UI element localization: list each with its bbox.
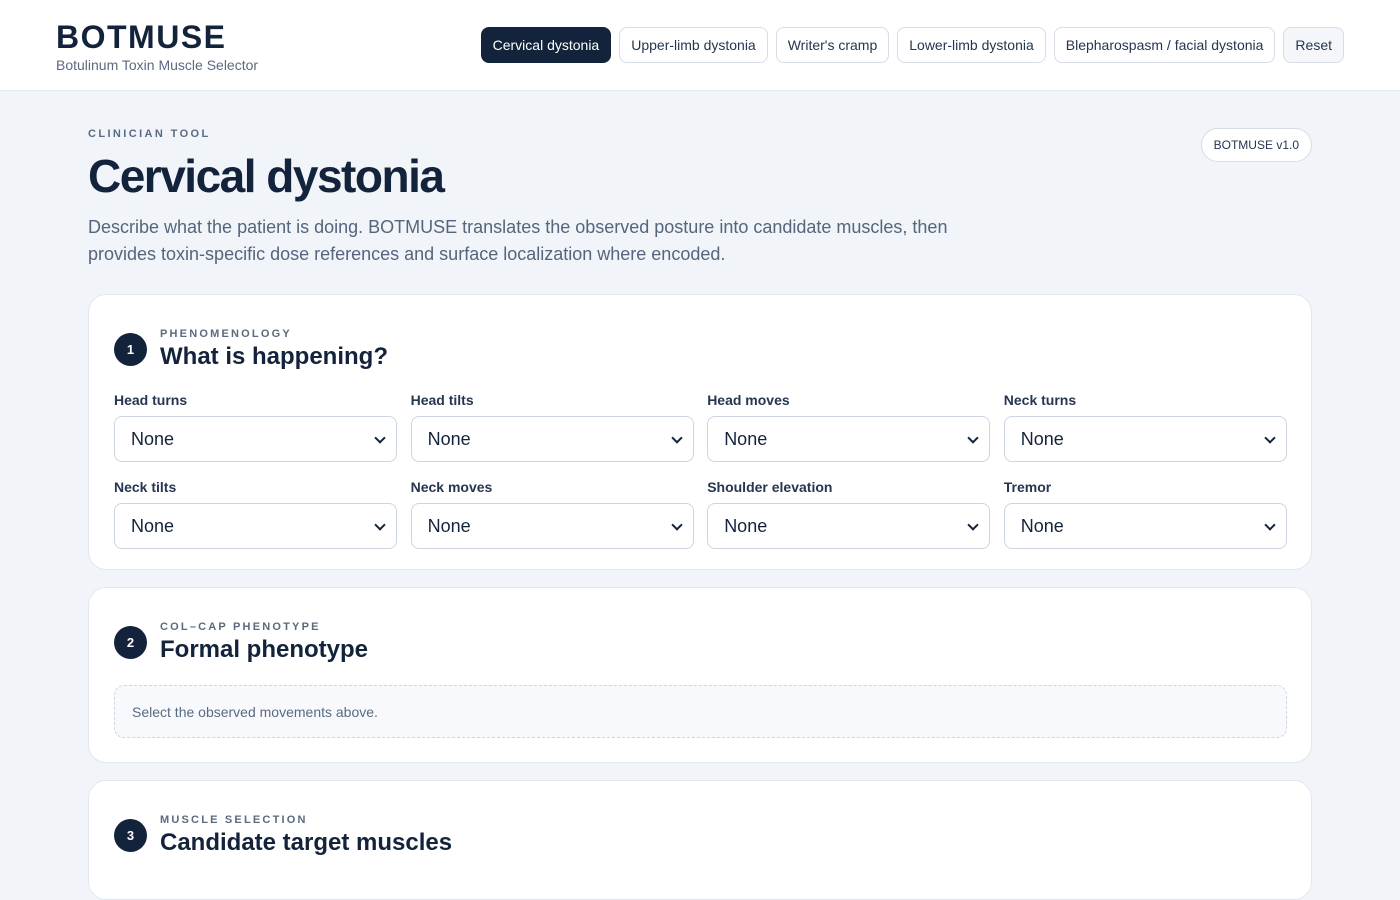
brand-subtitle: Botulinum Toxin Muscle Selector [56, 57, 259, 73]
intro-section: CLINICIAN TOOL Cervical dystonia Describ… [88, 128, 1312, 268]
select-value: None [427, 428, 471, 449]
head-tilts-select[interactable]: None [410, 416, 694, 462]
field-label: Head moves [707, 392, 790, 408]
field-label: Neck turns [1003, 392, 1077, 408]
field-tremor: Tremor None [1003, 479, 1287, 549]
card-eyebrow: COL–CAP PHENOTYPE [160, 621, 321, 633]
muscle-selection-card: 3 MUSCLE SELECTION Candidate target musc… [88, 780, 1312, 900]
tab-cervical-dystonia[interactable]: Cervical dystonia [480, 27, 612, 63]
select-value: None [131, 515, 175, 536]
select-value: None [1020, 515, 1064, 536]
chevron-down-icon [374, 432, 386, 444]
movement-fields: Head turns None Head tilts None Head mov… [114, 392, 1287, 549]
brand-logo: BOTMUSE [56, 19, 227, 55]
chevron-down-icon [967, 432, 979, 444]
neck-moves-select[interactable]: None [410, 503, 694, 549]
select-value: None [724, 515, 768, 536]
phenotype-card: 2 COL–CAP PHENOTYPE Formal phenotype Sel… [88, 587, 1312, 763]
field-neck-moves: Neck moves None [410, 479, 694, 549]
step-number: 1 [114, 333, 147, 366]
card-header: 2 COL–CAP PHENOTYPE Formal phenotype [114, 621, 368, 664]
tab-upper-limb-dystonia[interactable]: Upper-limb dystonia [619, 27, 768, 63]
neck-turns-select[interactable]: None [1003, 416, 1287, 462]
field-shoulder-elevation: Shoulder elevation None [707, 479, 991, 549]
field-label: Head tilts [410, 392, 474, 408]
chevron-down-icon [670, 519, 683, 531]
chevron-down-icon [374, 519, 386, 531]
version-badge: BOTMUSE v1.0 [1200, 128, 1312, 162]
field-neck-turns: Neck turns None [1003, 392, 1287, 462]
brand: BOTMUSE Botulinum Toxin Muscle Selector [56, 19, 258, 73]
tab-blepharospasm-facial-dystonia[interactable]: Blepharospasm / facial dystonia [1053, 27, 1276, 63]
reset-button[interactable]: Reset [1283, 27, 1344, 63]
field-head-moves: Head moves None [707, 392, 991, 462]
tab-lower-limb-dystonia[interactable]: Lower-limb dystonia [897, 27, 1046, 63]
field-head-tilts: Head tilts None [410, 392, 694, 462]
intro-eyebrow: CLINICIAN TOOL [88, 128, 211, 140]
card-title: What is happening? [160, 343, 388, 370]
card-titles: MUSCLE SELECTION Candidate target muscle… [160, 814, 452, 857]
field-label: Tremor [1003, 479, 1052, 495]
shoulder-elevation-select[interactable]: None [707, 503, 991, 549]
step-number: 2 [114, 626, 147, 659]
tremor-select[interactable]: None [1003, 503, 1287, 549]
chevron-down-icon [1264, 432, 1276, 444]
field-label: Shoulder elevation [707, 479, 833, 495]
field-label: Neck tilts [114, 479, 177, 495]
head-moves-select[interactable]: None [707, 416, 991, 462]
neck-tilts-select[interactable]: None [114, 503, 397, 549]
app-header: BOTMUSE Botulinum Toxin Muscle Selector … [0, 0, 1400, 91]
card-header: 3 MUSCLE SELECTION Candidate target musc… [114, 814, 452, 857]
card-eyebrow: PHENOMENOLOGY [160, 328, 292, 340]
field-label: Neck moves [410, 479, 493, 495]
field-head-turns: Head turns None [114, 392, 397, 462]
select-value: None [427, 515, 471, 536]
head-turns-select[interactable]: None [114, 416, 397, 462]
phenotype-empty-state: Select the observed movements above. [114, 685, 1287, 738]
select-value: None [131, 428, 175, 449]
page-title: Cervical dystonia [88, 150, 445, 202]
select-value: None [724, 428, 768, 449]
chevron-down-icon [670, 432, 683, 444]
card-title: Candidate target muscles [160, 829, 453, 856]
step-number: 3 [114, 819, 147, 852]
card-titles: COL–CAP PHENOTYPE Formal phenotype [160, 621, 368, 664]
field-label: Head turns [114, 392, 188, 408]
page-description: Describe what the patient is doing. BOTM… [88, 217, 948, 264]
tab-writers-cramp[interactable]: Writer's cramp [775, 27, 890, 63]
select-value: None [1020, 428, 1064, 449]
condition-nav: Cervical dystonia Upper-limb dystonia Wr… [480, 27, 1344, 63]
card-title: Formal phenotype [160, 636, 369, 663]
phenomenology-card: 1 PHENOMENOLOGY What is happening? Head … [88, 294, 1312, 570]
chevron-down-icon [1264, 519, 1276, 531]
card-titles: PHENOMENOLOGY What is happening? [160, 328, 388, 371]
chevron-down-icon [967, 519, 979, 531]
field-neck-tilts: Neck tilts None [114, 479, 397, 549]
card-eyebrow: MUSCLE SELECTION [160, 814, 308, 826]
card-header: 1 PHENOMENOLOGY What is happening? [114, 328, 388, 371]
